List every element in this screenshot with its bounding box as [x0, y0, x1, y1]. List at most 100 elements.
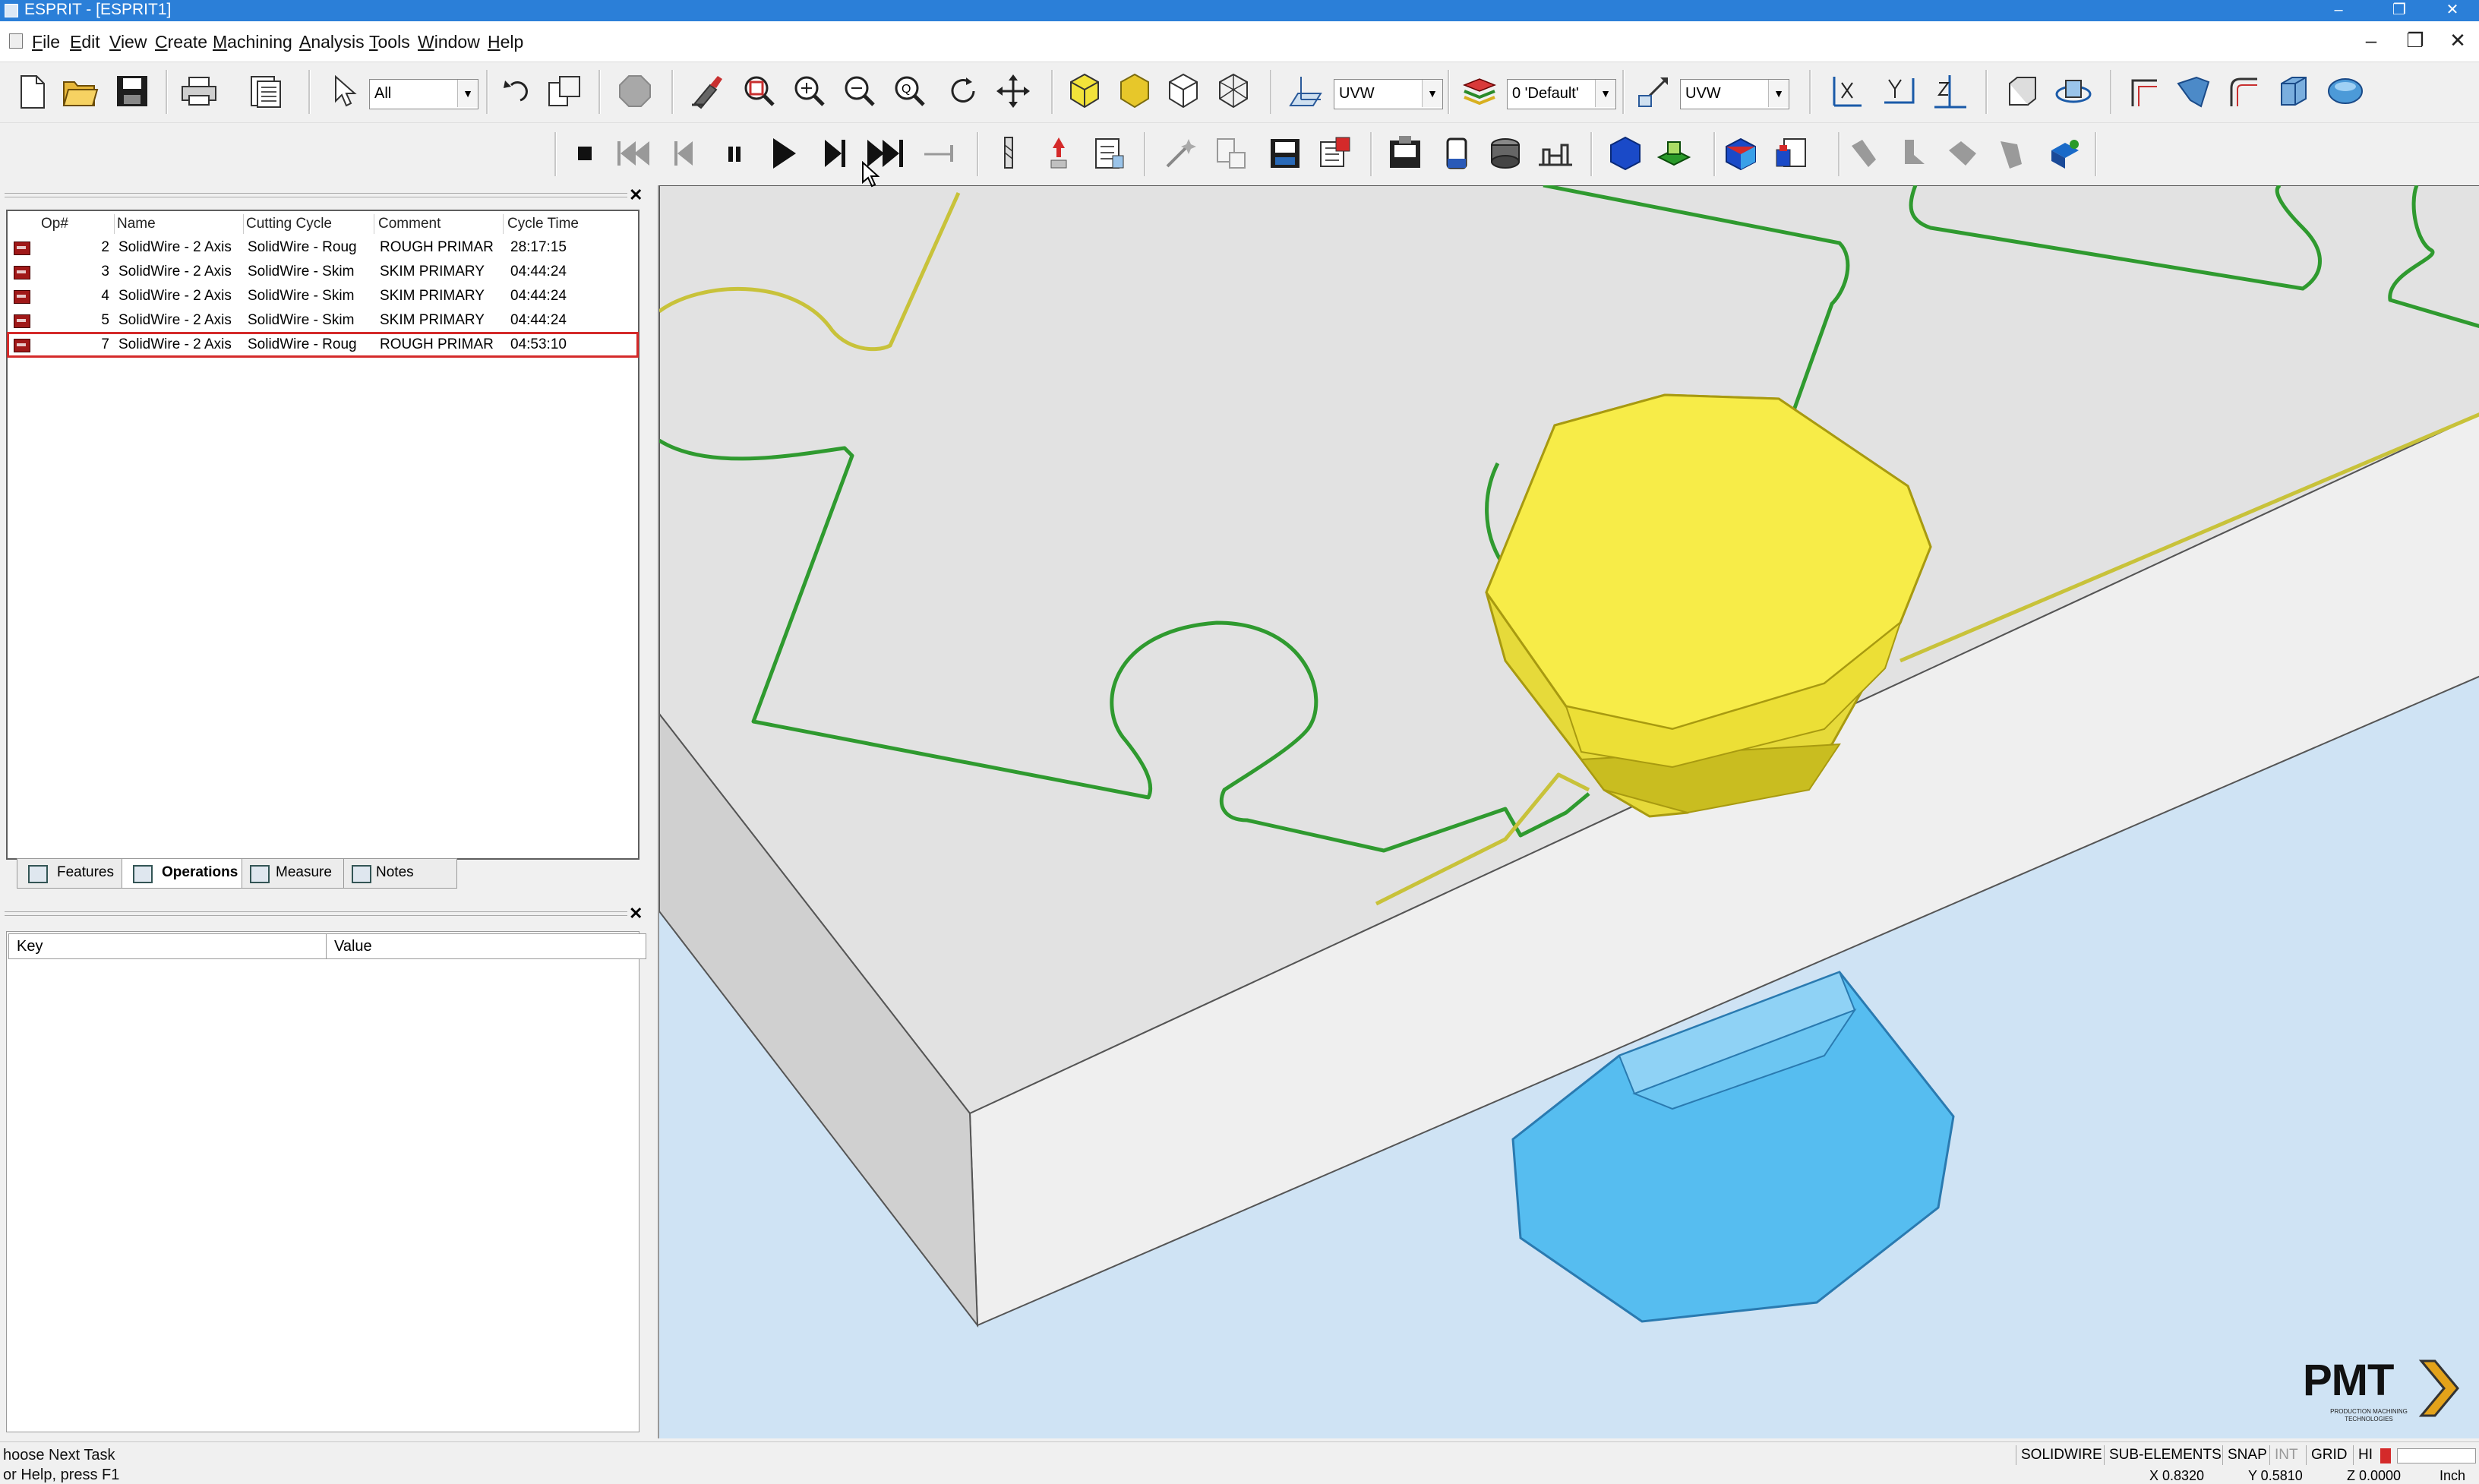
zoom-fit-button[interactable]: Q — [889, 70, 931, 112]
menu-view[interactable]: View — [109, 32, 147, 52]
restore-window-icon[interactable]: ❐ — [2373, 0, 2426, 21]
work-plane-select[interactable]: UVW ▼ — [1334, 79, 1443, 109]
indicator-grid[interactable]: GRID — [2306, 1445, 2352, 1465]
construction-plane-select[interactable]: UVW ▼ — [1680, 79, 1789, 109]
sweep-tool-button[interactable] — [2222, 70, 2265, 112]
wireframe-button[interactable] — [1212, 70, 1255, 112]
revolve-button[interactable] — [2324, 70, 2367, 112]
menu-analysis[interactable]: Analysis — [299, 32, 365, 52]
column-name[interactable]: Name — [117, 211, 156, 237]
new-file-button[interactable] — [11, 70, 53, 112]
sim-step-forward-button[interactable] — [814, 132, 857, 175]
stop-disabled-button[interactable] — [614, 70, 656, 112]
stock-button[interactable] — [1435, 132, 1478, 175]
line-tool-button[interactable] — [2122, 70, 2165, 112]
close-panel-icon[interactable]: ✕ — [629, 185, 643, 205]
indicator-snap[interactable]: SNAP — [2222, 1445, 2272, 1465]
doc-minimize-icon[interactable]: – — [2356, 29, 2386, 52]
layers-button[interactable] — [1458, 70, 1501, 112]
print-button[interactable] — [178, 70, 220, 112]
operation-row[interactable]: 3 SolidWire - 2 Axis SolidWire - Skim SK… — [8, 260, 638, 284]
indicator-sub-elements[interactable]: SUB-ELEMENTS — [2104, 1445, 2226, 1465]
sim-rewind-button[interactable] — [612, 132, 655, 175]
fixture-button[interactable] — [1534, 132, 1577, 175]
operation-row[interactable]: 4 SolidWire - 2 Axis SolidWire - Skim SK… — [8, 284, 638, 308]
undo-button[interactable] — [492, 70, 535, 112]
column-op[interactable]: Op# — [41, 211, 68, 237]
compare-part-button[interactable] — [1720, 132, 1762, 175]
feature-tool-2-button[interactable] — [1891, 132, 1934, 175]
layer-select[interactable]: 0 'Default' ▼ — [1507, 79, 1616, 109]
indicator-int[interactable]: INT — [2269, 1445, 2303, 1465]
sim-pause-button[interactable] — [714, 132, 756, 175]
color-swatch[interactable] — [2380, 1448, 2391, 1463]
menu-file[interactable]: File — [32, 32, 60, 52]
operation-list-button[interactable] — [1314, 132, 1356, 175]
shaded-view-button[interactable] — [1063, 70, 1106, 112]
column-cycle-time[interactable]: Cycle Time — [507, 211, 579, 237]
surface-tool-button[interactable] — [2172, 70, 2215, 112]
menu-window[interactable]: Window — [418, 32, 480, 52]
pan-view-button[interactable] — [992, 70, 1034, 112]
zoom-out-button[interactable] — [838, 70, 881, 112]
operation-row[interactable]: 2 SolidWire - 2 Axis SolidWire - Roug RO… — [8, 235, 638, 260]
operation-row[interactable]: 5 SolidWire - 2 Axis SolidWire - Skim SK… — [8, 308, 638, 333]
dynamic-rotate-button[interactable] — [2052, 70, 2095, 112]
rotate-view-button[interactable] — [942, 70, 984, 112]
save-button[interactable] — [111, 70, 153, 112]
feature-tool-3-button[interactable] — [1941, 132, 1984, 175]
menu-tools[interactable]: Tools — [369, 32, 410, 52]
sim-play-button[interactable] — [763, 132, 805, 175]
selection-filter-select[interactable]: All ▼ — [369, 79, 478, 109]
menu-create[interactable]: Create — [155, 32, 207, 52]
stock-report-button[interactable] — [1770, 132, 1812, 175]
nc-code-button[interactable] — [1264, 132, 1306, 175]
close-window-icon[interactable]: ✕ — [2426, 0, 2479, 21]
menu-machining[interactable]: Machining — [213, 32, 292, 52]
solid-box-button[interactable] — [2271, 70, 2313, 112]
menu-help[interactable]: Help — [488, 32, 523, 52]
open-file-button[interactable] — [59, 70, 102, 112]
sim-end-button[interactable] — [919, 132, 962, 175]
column-cutting-cycle[interactable]: Cutting Cycle — [246, 211, 332, 237]
view-zx-button[interactable] — [1929, 70, 1972, 112]
select-button[interactable] — [321, 70, 363, 112]
zoom-window-button[interactable] — [738, 70, 781, 112]
column-value[interactable]: Value — [326, 933, 646, 959]
close-properties-icon[interactable]: ✕ — [629, 904, 643, 924]
sim-stop-button[interactable] — [564, 132, 606, 175]
shaded-edges-button[interactable] — [1113, 70, 1156, 112]
view-yz-button[interactable] — [1877, 70, 1920, 112]
column-key[interactable]: Key — [8, 933, 335, 959]
machine-setup-button[interactable] — [1384, 132, 1426, 175]
sim-report-button[interactable] — [1088, 132, 1130, 175]
minimize-window-icon[interactable]: – — [2312, 0, 2365, 21]
doc-restore-icon[interactable]: ❐ — [2400, 29, 2430, 52]
operation-row-selected[interactable]: 7 SolidWire - 2 Axis SolidWire - Roug RO… — [7, 332, 639, 358]
hidden-line-button[interactable] — [1162, 70, 1205, 112]
print-preview-button[interactable] — [245, 70, 287, 112]
sim-step-back-button[interactable] — [662, 132, 705, 175]
indicator-hi[interactable]: HI — [2353, 1445, 2377, 1465]
layout-button[interactable] — [2002, 70, 2045, 112]
column-comment[interactable]: Comment — [378, 211, 441, 237]
feature-tool-1-button[interactable] — [1843, 132, 1885, 175]
add-part-button[interactable] — [1653, 132, 1695, 175]
zoom-in-button[interactable] — [788, 70, 831, 112]
wizard-button[interactable] — [1159, 132, 1202, 175]
redraw-button[interactable] — [687, 70, 729, 112]
feature-tool-4-button[interactable] — [1990, 132, 2032, 175]
tab-notes[interactable]: Notes — [343, 858, 457, 889]
solid-part-button[interactable] — [1604, 132, 1647, 175]
copy-button[interactable] — [544, 70, 586, 112]
view-xy-button[interactable] — [1824, 70, 1867, 112]
tool-display-button[interactable] — [987, 132, 1030, 175]
work-plane-button[interactable] — [1284, 70, 1326, 112]
doc-close-icon[interactable]: ✕ — [2443, 29, 2473, 52]
menu-edit[interactable]: Edit — [70, 32, 100, 52]
tool-manager-button[interactable] — [1484, 132, 1527, 175]
feature-tool-5-button[interactable] — [2043, 132, 2086, 175]
indicator-solidwire[interactable]: SOLIDWIRE — [2016, 1445, 2107, 1465]
post-process-button[interactable] — [1209, 132, 1252, 175]
graphics-viewport[interactable]: PMT PRODUCTION MACHINING TECHNOLOGIES — [658, 185, 2479, 1438]
